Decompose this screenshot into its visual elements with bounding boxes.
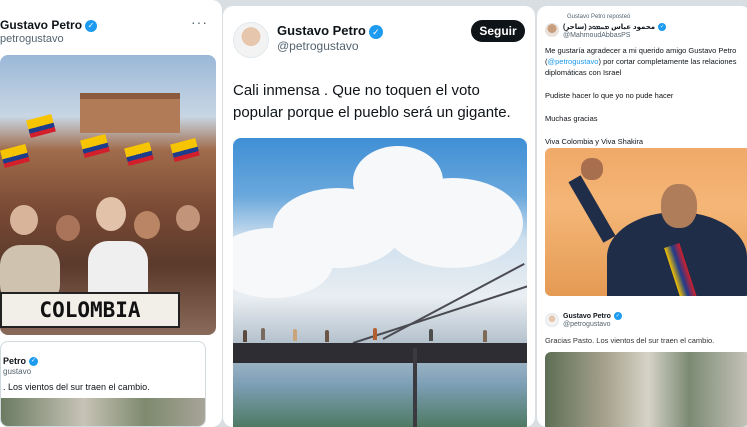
- bridge-photo[interactable]: [233, 138, 527, 427]
- repost-author-name[interactable]: محمود عباس ܡܚܡܘܕ (ساحر) ✓: [563, 23, 667, 32]
- repost-paragraph-4: Viva Colombia y Viva Shakira: [545, 137, 644, 146]
- person-face: [176, 205, 200, 231]
- fist-shape: [581, 158, 603, 180]
- colombia-banner: COLOMBIA: [0, 292, 180, 328]
- left-post-card[interactable]: Gustavo Petro ✓ petrogustavo ··· COLOMBIA…: [0, 0, 222, 427]
- quoted-author-handle[interactable]: @petrogustavo: [563, 321, 611, 328]
- person-figure: [243, 330, 247, 342]
- quoted-post-photo[interactable]: [1, 398, 205, 426]
- colombia-flag-icon: [80, 133, 110, 159]
- quoted-author-name[interactable]: Petro ✓: [3, 356, 39, 367]
- repost-paragraph-3: Muchas gracias: [545, 114, 598, 123]
- building-shape: [80, 93, 180, 133]
- repost-paragraph-1: Me gustaría agradecer a mi querido amigo…: [545, 46, 737, 77]
- repost-author-handle[interactable]: @MahmoudAbbasPS: [563, 32, 630, 39]
- verified-badge-icon: ✓: [658, 23, 667, 32]
- bridge-pylon: [413, 348, 417, 427]
- follow-button[interactable]: Seguir: [471, 20, 525, 42]
- colombia-flag-icon: [0, 143, 30, 169]
- verified-badge-icon: ✓: [85, 19, 98, 32]
- person-figure: [325, 330, 329, 342]
- avatar[interactable]: [545, 23, 559, 37]
- bridge-cable: [352, 283, 527, 344]
- person-face: [96, 197, 126, 231]
- person-figure: [429, 329, 433, 341]
- main-author-handle[interactable]: @petrogustavo: [277, 39, 359, 53]
- left-author-handle[interactable]: petrogustavo: [0, 33, 64, 45]
- person-face: [134, 211, 160, 239]
- quoted-author-name[interactable]: Gustavo Petro ✓: [563, 312, 622, 320]
- person-figure: [261, 328, 265, 340]
- main-author-name[interactable]: Gustavo Petro ✓: [277, 23, 383, 39]
- verified-badge-icon: ✓: [368, 24, 383, 39]
- quoted-post-text: . Los vientos del sur traen el cambio.: [3, 382, 150, 392]
- repost-body: Me gustaría agradecer a mi querido amigo…: [545, 45, 747, 159]
- head-shape: [661, 184, 697, 228]
- colombia-flag-icon: [170, 137, 200, 163]
- bridge-cable: [382, 263, 525, 340]
- mention-link[interactable]: @petrogustavo: [548, 57, 599, 66]
- person-figure: [483, 330, 487, 342]
- more-options-icon[interactable]: ···: [191, 14, 208, 30]
- bridge-deck: [233, 343, 527, 363]
- avatar[interactable]: [545, 313, 559, 327]
- colombia-flag-icon: [124, 141, 154, 167]
- verified-badge-icon: ✓: [613, 312, 622, 320]
- quoted-post-text: Gracias Pasto. Los vientos del sur traen…: [545, 336, 715, 345]
- person-figure: [373, 328, 377, 340]
- repost-label: Gustavo Petro reposteó: [567, 14, 631, 20]
- main-post-card[interactable]: Gustavo Petro ✓ @petrogustavo Seguir Cali…: [223, 6, 535, 427]
- colombia-flag-icon: [26, 113, 56, 139]
- person-face: [56, 215, 80, 241]
- main-post-text: Cali inmensa . Que no toquen el voto pop…: [233, 82, 511, 121]
- left-quoted-post[interactable]: Petro ✓ gustavo . Los vientos del sur tra…: [0, 341, 206, 427]
- petro-raised-fist-photo[interactable]: [545, 148, 747, 296]
- avatar[interactable]: [233, 22, 269, 58]
- cloud-shape: [383, 178, 523, 268]
- repost-paragraph-2: Pudiste hacer lo que yo no pude hacer: [545, 91, 674, 100]
- verified-badge-icon: ✓: [29, 357, 39, 367]
- person-figure: [293, 329, 297, 341]
- left-author-name[interactable]: Gustavo Petro ✓: [0, 18, 98, 32]
- pasto-crowd-photo[interactable]: [545, 352, 747, 427]
- person-face: [10, 205, 38, 235]
- raised-arm: [568, 175, 616, 243]
- quoted-author-handle[interactable]: gustavo: [3, 367, 31, 376]
- repost-card[interactable]: Gustavo Petro reposteó محمود عباس ܡܚܡܘܕ …: [537, 6, 747, 427]
